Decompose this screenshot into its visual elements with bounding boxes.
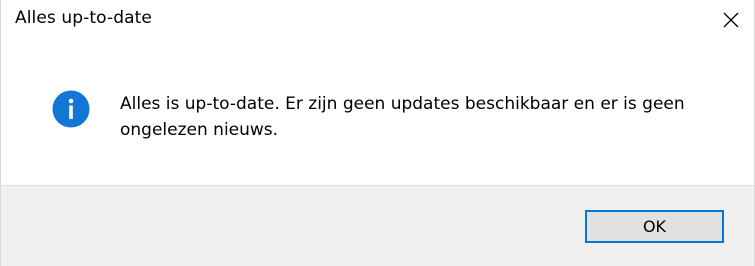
close-icon [723,12,739,28]
ok-button[interactable]: OK [585,210,724,243]
window-title: Alles up-to-date [15,8,152,28]
info-icon [52,90,90,128]
close-button[interactable] [708,0,754,40]
title-bar: Alles up-to-date [1,0,754,54]
button-bar: OK [1,185,754,266]
message-dialog: Alles up-to-date Alles is up-to-date. Er… [0,0,755,266]
dialog-message: Alles is up-to-date. Er zijn geen update… [120,94,685,140]
dialog-content: Alles is up-to-date. Er zijn geen update… [1,54,754,185]
